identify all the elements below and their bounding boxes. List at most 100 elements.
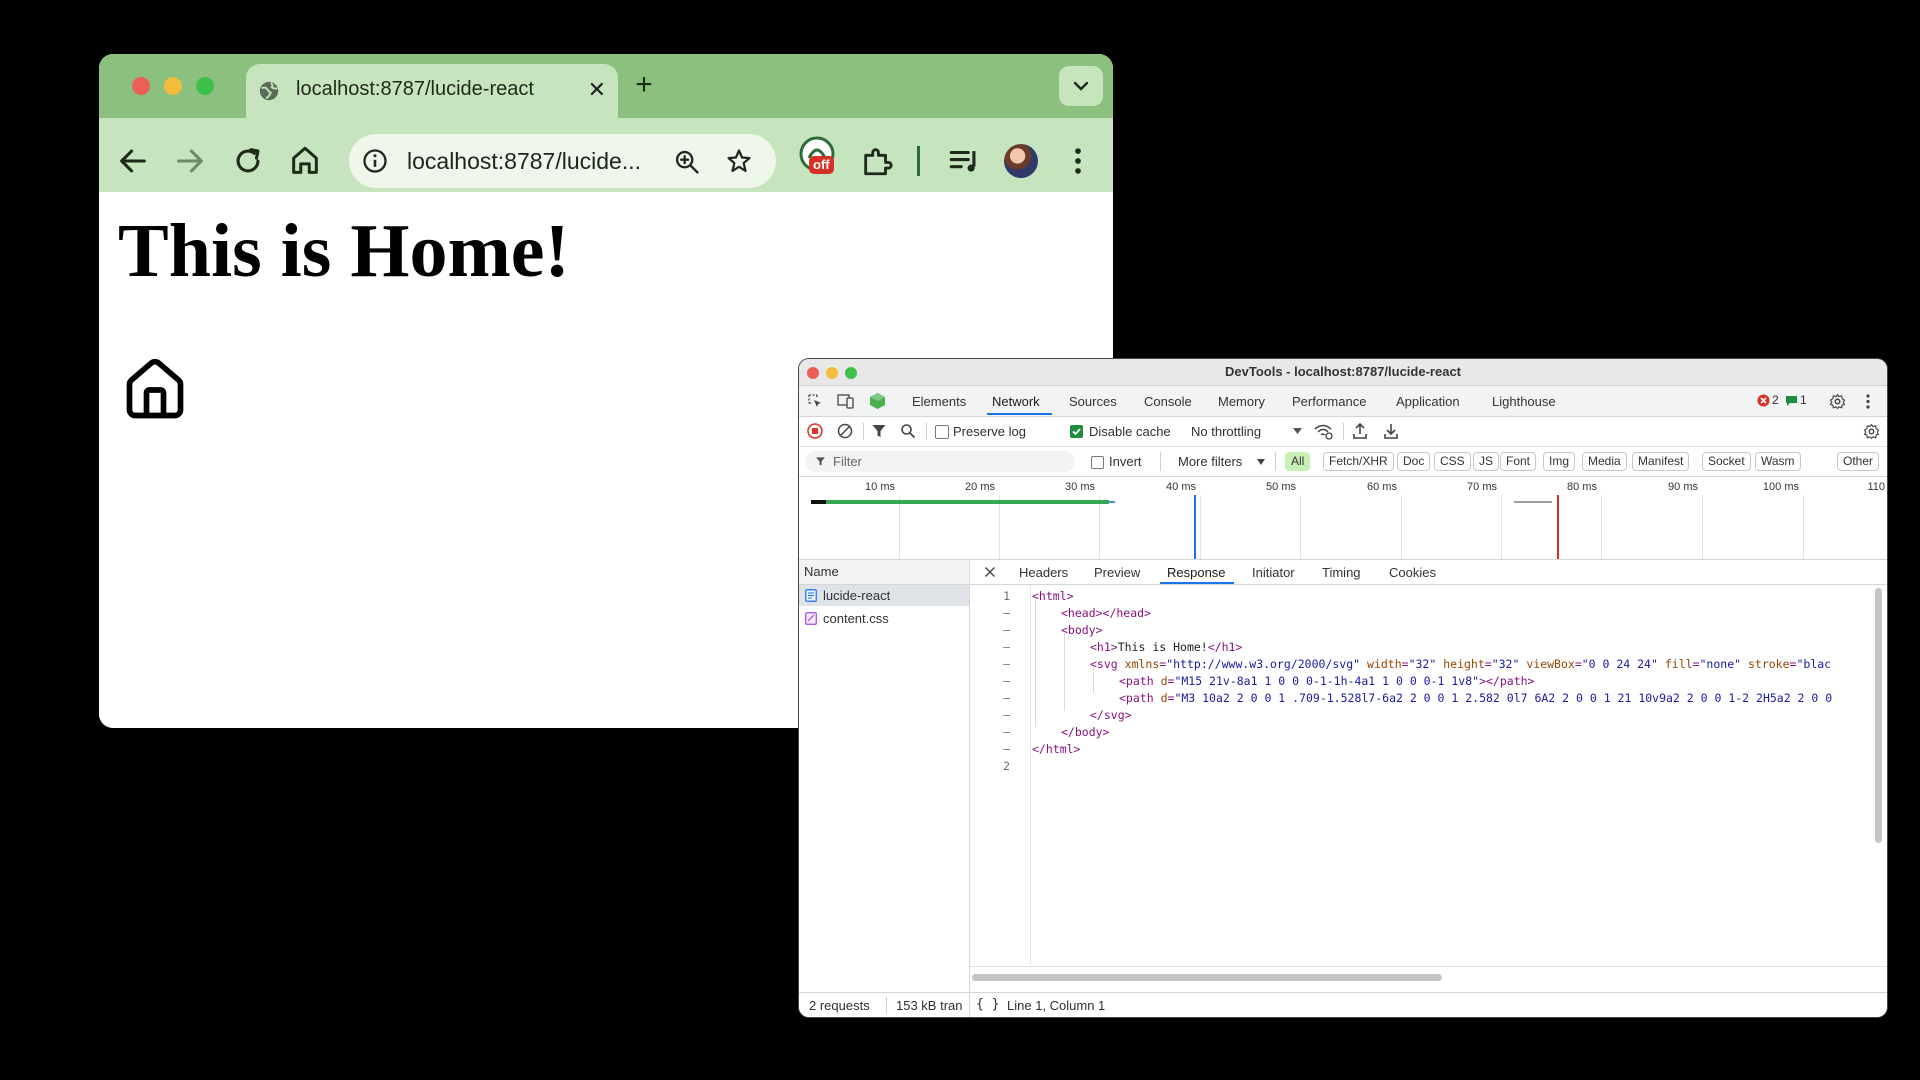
- detail-tab-headers[interactable]: Headers: [1019, 565, 1068, 580]
- detail-tab-response[interactable]: Response: [1167, 565, 1226, 580]
- code-token: =: [1401, 657, 1409, 671]
- invert-label: Invert: [1109, 454, 1142, 469]
- network-details: Name lucide-react content.css Headers Pr…: [799, 560, 1887, 992]
- timeline-tick: 100 ms: [1762, 481, 1799, 493]
- close-detail-icon[interactable]: [984, 566, 996, 578]
- requests-name-header[interactable]: Name: [799, 560, 969, 585]
- code-token: "http://www.w3.org/2000/svg": [1166, 657, 1361, 671]
- filter-chip-fetch-xhr[interactable]: Fetch/XHR: [1323, 452, 1394, 471]
- timeline-tick: 50 ms: [1266, 481, 1296, 493]
- site-info-icon[interactable]: [361, 147, 389, 175]
- invert-checkbox[interactable]: [1091, 456, 1104, 469]
- bookmark-star-icon[interactable]: [725, 147, 753, 175]
- detail-tab-timing[interactable]: Timing: [1322, 565, 1361, 580]
- clear-icon[interactable]: [837, 423, 853, 439]
- record-stop-icon[interactable]: [807, 423, 823, 439]
- minimize-window-button[interactable]: [164, 77, 182, 95]
- filter-chip-img[interactable]: Img: [1543, 452, 1576, 471]
- code-token: <head></head>: [1061, 606, 1152, 620]
- code-line: <html>: [1032, 589, 1074, 603]
- filter-chip-all[interactable]: All: [1285, 452, 1311, 471]
- filter-chip-js[interactable]: JS: [1473, 452, 1500, 471]
- back-arrow-icon[interactable]: [116, 144, 150, 178]
- detail-tab-preview[interactable]: Preview: [1094, 565, 1140, 580]
- network-settings-gear-icon[interactable]: [1863, 423, 1880, 440]
- code-token: </html>: [1032, 742, 1081, 756]
- code-token: =: [1574, 657, 1582, 671]
- inspect-element-icon[interactable]: [807, 393, 823, 409]
- devtools-status-bar: 2 requests 153 kB tran { } Line 1, Colum…: [799, 992, 1887, 1017]
- filter-chip-socket[interactable]: Socket: [1702, 452, 1751, 471]
- extension-hexagon-icon[interactable]: [869, 392, 886, 410]
- browser-tab[interactable]: localhost:8787/lucide-react ✕: [246, 64, 618, 118]
- code-line: <h1>This is Home!</h1>: [1032, 640, 1242, 654]
- filter-chip-other[interactable]: Other: [1837, 452, 1880, 471]
- devtools-menu-icon[interactable]: [1863, 393, 1873, 410]
- filter-input[interactable]: Filter: [805, 451, 1075, 472]
- network-timeline-overview[interactable]: 10 ms 20 ms 30 ms 40 ms 50 ms 60 ms 70 m…: [799, 477, 1887, 560]
- detail-tab-initiator[interactable]: Initiator: [1252, 565, 1295, 580]
- tab-close-icon[interactable]: ✕: [588, 77, 606, 103]
- timeline-gridline: [1300, 495, 1301, 559]
- filter-chip-doc[interactable]: Doc: [1397, 452, 1431, 471]
- code-token: <path: [1119, 691, 1154, 705]
- extension-off-badge: off: [809, 156, 834, 174]
- tab-network[interactable]: Network: [992, 394, 1040, 409]
- request-row[interactable]: content.css: [799, 608, 969, 629]
- tab-sources[interactable]: Sources: [1069, 394, 1117, 409]
- media-queue-icon[interactable]: [947, 144, 981, 178]
- close-window-button[interactable]: [132, 77, 150, 95]
- code-token: </svg>: [1090, 708, 1132, 722]
- zoom-window-button[interactable]: [196, 77, 214, 95]
- code-token: "32": [1491, 657, 1520, 671]
- more-filters-dropdown[interactable]: More filters: [1178, 454, 1242, 469]
- disable-cache-checkbox[interactable]: [1070, 425, 1083, 438]
- extension-button[interactable]: off: [799, 136, 841, 180]
- device-toolbar-icon[interactable]: [837, 393, 855, 409]
- code-token: <html>: [1032, 589, 1074, 603]
- zoom-icon[interactable]: [673, 148, 701, 176]
- home-icon[interactable]: [288, 144, 322, 178]
- filter-chip-css[interactable]: CSS: [1434, 452, 1471, 471]
- extensions-puzzle-icon[interactable]: [860, 144, 894, 178]
- tab-elements[interactable]: Elements: [912, 394, 966, 409]
- filter-funnel-icon[interactable]: [871, 423, 887, 439]
- new-tab-button[interactable]: +: [626, 68, 662, 104]
- network-conditions-icon[interactable]: [1313, 422, 1333, 440]
- reload-icon[interactable]: [231, 144, 265, 178]
- tab-search-button[interactable]: [1059, 66, 1103, 106]
- tab-performance[interactable]: Performance: [1292, 394, 1366, 409]
- status-separator: [969, 993, 970, 1017]
- tab-console[interactable]: Console: [1144, 394, 1192, 409]
- request-row[interactable]: lucide-react: [799, 585, 969, 606]
- tab-memory[interactable]: Memory: [1218, 394, 1265, 409]
- timeline-gridline: [899, 495, 900, 559]
- preserve-log-checkbox[interactable]: [935, 425, 949, 439]
- export-har-icon[interactable]: [1383, 422, 1399, 440]
- line-number: 2: [1003, 759, 1010, 773]
- issue-counts[interactable]: 2 1: [1757, 393, 1809, 409]
- detail-tab-cookies[interactable]: Cookies: [1389, 565, 1436, 580]
- filter-chip-media[interactable]: Media: [1582, 452, 1627, 471]
- horizontal-scrollbar-thumb[interactable]: [972, 974, 1442, 981]
- checkmark-icon: [1072, 428, 1081, 436]
- settings-gear-icon[interactable]: [1829, 393, 1846, 410]
- filter-chip-font[interactable]: Font: [1500, 452, 1537, 471]
- throttling-select[interactable]: No throttling: [1191, 424, 1261, 439]
- tab-application[interactable]: Application: [1396, 394, 1460, 409]
- import-har-icon[interactable]: [1352, 422, 1368, 440]
- caret-down-icon: [1293, 428, 1302, 434]
- search-icon[interactable]: [900, 423, 916, 439]
- code-line: </svg>: [1032, 708, 1132, 722]
- filter-chip-manifest[interactable]: Manifest: [1632, 452, 1690, 471]
- profile-avatar[interactable]: [1004, 144, 1038, 178]
- response-code-view[interactable]: <html> <head></head> <body> <h1>This is …: [1032, 585, 1872, 965]
- filter-chip-wasm[interactable]: Wasm: [1755, 452, 1801, 471]
- browser-menu-icon[interactable]: [1061, 144, 1095, 178]
- address-bar[interactable]: localhost:8787/lucide...: [349, 134, 776, 188]
- code-token: fill: [1664, 657, 1693, 671]
- pretty-print-button[interactable]: { }: [976, 997, 999, 1012]
- vertical-scrollbar-thumb[interactable]: [1875, 588, 1882, 843]
- tab-lighthouse[interactable]: Lighthouse: [1492, 394, 1556, 409]
- forward-arrow-icon[interactable]: [173, 144, 207, 178]
